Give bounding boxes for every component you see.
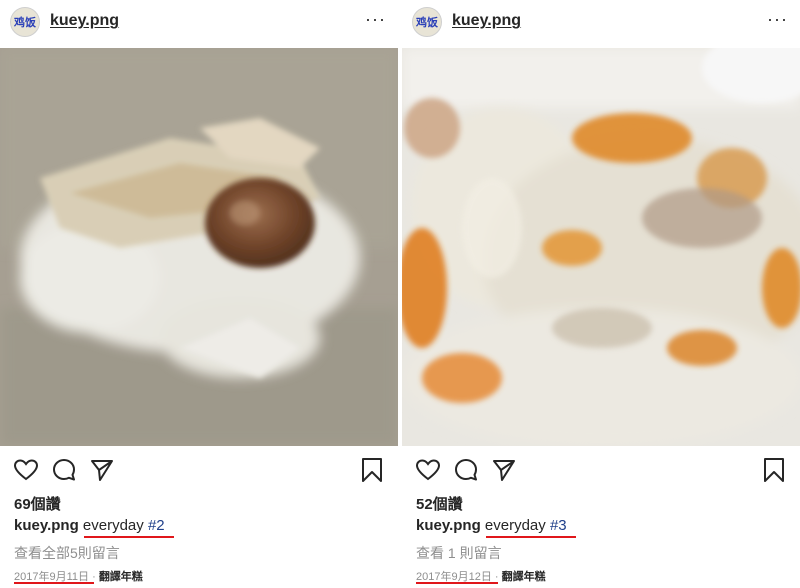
post-photo[interactable] — [0, 48, 398, 446]
avatar[interactable]: 鸡饭 — [412, 7, 442, 37]
username-link[interactable]: kuey.png — [50, 12, 119, 30]
post-header: 鸡饭 kuey.png ··· — [0, 0, 398, 46]
caption-text: everyday — [82, 517, 144, 534]
view-comments-link[interactable]: 查看全部5則留言 — [14, 543, 120, 563]
more-options-icon[interactable]: ··· — [365, 10, 386, 28]
caption-text: everyday — [484, 517, 546, 534]
post-photo[interactable] — [402, 48, 800, 446]
username-link[interactable]: kuey.png — [452, 12, 521, 30]
comment-icon[interactable] — [50, 456, 78, 484]
comment-icon[interactable] — [452, 456, 480, 484]
likes-count[interactable]: 52個讚 — [416, 493, 463, 514]
hashtag-link[interactable]: #3 — [550, 517, 567, 534]
caption-username[interactable]: kuey.png — [14, 517, 79, 534]
hashtag-link[interactable]: #2 — [148, 517, 165, 534]
red-underline-annotation — [84, 536, 174, 538]
action-bar — [402, 456, 800, 484]
red-underline-annotation — [486, 536, 576, 538]
post-header: 鸡饭 kuey.png ··· — [402, 0, 800, 46]
translate-link[interactable]: 翻譯年糕 — [99, 571, 143, 583]
bookmark-icon[interactable] — [358, 456, 386, 484]
share-icon[interactable] — [88, 456, 116, 484]
avatar[interactable]: 鸡饭 — [10, 7, 40, 37]
action-bar — [0, 456, 398, 484]
heart-icon[interactable] — [414, 456, 442, 484]
caption: kuey.png everyday #2 — [14, 517, 165, 534]
heart-icon[interactable] — [12, 456, 40, 484]
more-options-icon[interactable]: ··· — [767, 10, 788, 28]
share-icon[interactable] — [490, 456, 518, 484]
caption-username[interactable]: kuey.png — [416, 517, 481, 534]
bookmark-icon[interactable] — [760, 456, 788, 484]
red-underline-annotation — [416, 582, 498, 584]
instagram-post-1: 鸡饭 kuey.png ··· 69個讚 kuey.png everyday #… — [0, 0, 398, 588]
red-underline-annotation — [14, 582, 94, 584]
avatar-label: 鸡饭 — [416, 16, 438, 29]
screenshot-pair: 鸡饭 kuey.png ··· 69個讚 kuey.png everyday #… — [0, 0, 800, 588]
translate-link[interactable]: 翻譯年糕 — [502, 571, 546, 583]
view-comments-link[interactable]: 查看 1 則留言 — [416, 543, 502, 563]
instagram-post-2: 鸡饭 kuey.png ··· 52個讚 kuey.png everyday #… — [402, 0, 800, 588]
avatar-label: 鸡饭 — [14, 16, 36, 29]
likes-count[interactable]: 69個讚 — [14, 493, 61, 514]
caption: kuey.png everyday #3 — [416, 517, 567, 534]
